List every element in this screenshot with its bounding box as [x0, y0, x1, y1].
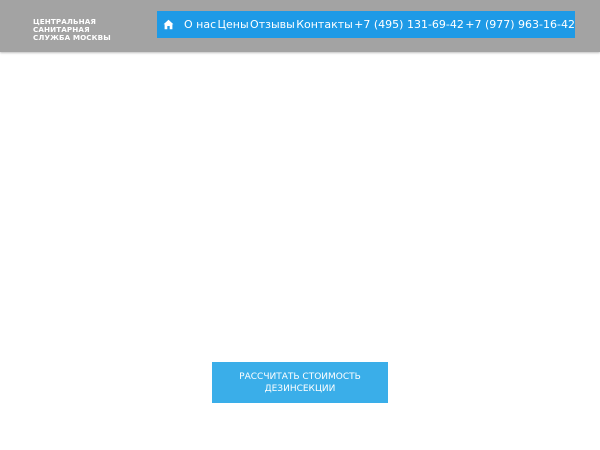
home-icon[interactable]	[163, 19, 174, 30]
brand-line-1: ЦЕНТРАЛЬНАЯ САНИТАРНАЯ	[33, 17, 96, 34]
nav-item-about[interactable]: О нас	[184, 18, 216, 31]
site-header: ЦЕНТРАЛЬНАЯ САНИТАРНАЯ СЛУЖБА МОСКВЫ О н…	[0, 0, 600, 52]
nav-item-reviews[interactable]: Отзывы	[250, 18, 295, 31]
calculate-cost-button[interactable]: РАССЧИТАТЬ СТОИМОСТЬ ДЕЗИНСЕКЦИИ	[212, 362, 388, 403]
main-nav: О нас Цены Отзывы Контакты +7 (495) 131-…	[157, 11, 575, 38]
nav-item-contacts[interactable]: Контакты	[296, 18, 353, 31]
brand-logo-text[interactable]: ЦЕНТРАЛЬНАЯ САНИТАРНАЯ СЛУЖБА МОСКВЫ	[33, 18, 153, 42]
cta-line-2: ДЕЗИНСЕКЦИИ	[264, 383, 336, 394]
brand-line-2: СЛУЖБА МОСКВЫ	[33, 33, 111, 42]
nav-phone-1[interactable]: +7 (495) 131-69-42	[354, 18, 464, 31]
cta-line-1: РАССЧИТАТЬ СТОИМОСТЬ	[239, 371, 361, 382]
nav-item-prices[interactable]: Цены	[218, 18, 249, 31]
nav-phone-2[interactable]: +7 (977) 963-16-42	[465, 18, 575, 31]
